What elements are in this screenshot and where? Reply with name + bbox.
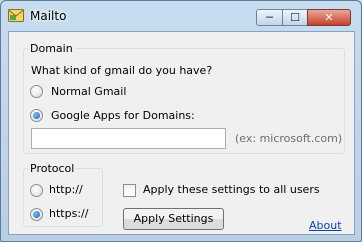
mail-envelope-icon	[8, 9, 24, 22]
apply-all-checkbox[interactable]	[123, 184, 136, 197]
maximize-button[interactable]: ☐	[282, 9, 308, 26]
minimize-icon: ─	[266, 11, 273, 24]
window-title: Mailto	[30, 9, 67, 23]
close-icon: ✕	[324, 11, 334, 24]
app-window: Mailto ─ ☐ ✕ Domain What kind of gmail d…	[0, 0, 362, 242]
domain-question: What kind of gmail do you have?	[31, 64, 213, 77]
about-link[interactable]: About	[309, 219, 342, 232]
domain-hint: (ex: microsoft.com)	[235, 132, 343, 145]
title-bar[interactable]: Mailto ─ ☐ ✕	[1, 1, 361, 31]
radio-http[interactable]	[30, 184, 43, 197]
radio-https-label[interactable]: https://	[49, 207, 88, 220]
close-button[interactable]: ✕	[307, 9, 351, 26]
radio-normal-gmail-label[interactable]: Normal Gmail	[51, 85, 126, 98]
radio-https[interactable]	[30, 208, 43, 221]
apply-all-label[interactable]: Apply these settings to all users	[143, 183, 320, 196]
domain-legend: Domain	[30, 42, 73, 55]
dialog-body: Domain What kind of gmail do you have? N…	[8, 31, 355, 235]
maximize-icon: ☐	[290, 11, 300, 24]
radio-google-apps-label[interactable]: Google Apps for Domains:	[51, 109, 195, 122]
minimize-button[interactable]: ─	[256, 9, 283, 26]
domain-input[interactable]	[31, 128, 226, 149]
radio-normal-gmail[interactable]	[30, 85, 43, 98]
radio-http-label[interactable]: http://	[49, 183, 83, 196]
protocol-legend: Protocol	[30, 162, 75, 175]
apply-settings-button[interactable]: Apply Settings	[123, 208, 224, 230]
radio-google-apps[interactable]	[30, 109, 43, 122]
